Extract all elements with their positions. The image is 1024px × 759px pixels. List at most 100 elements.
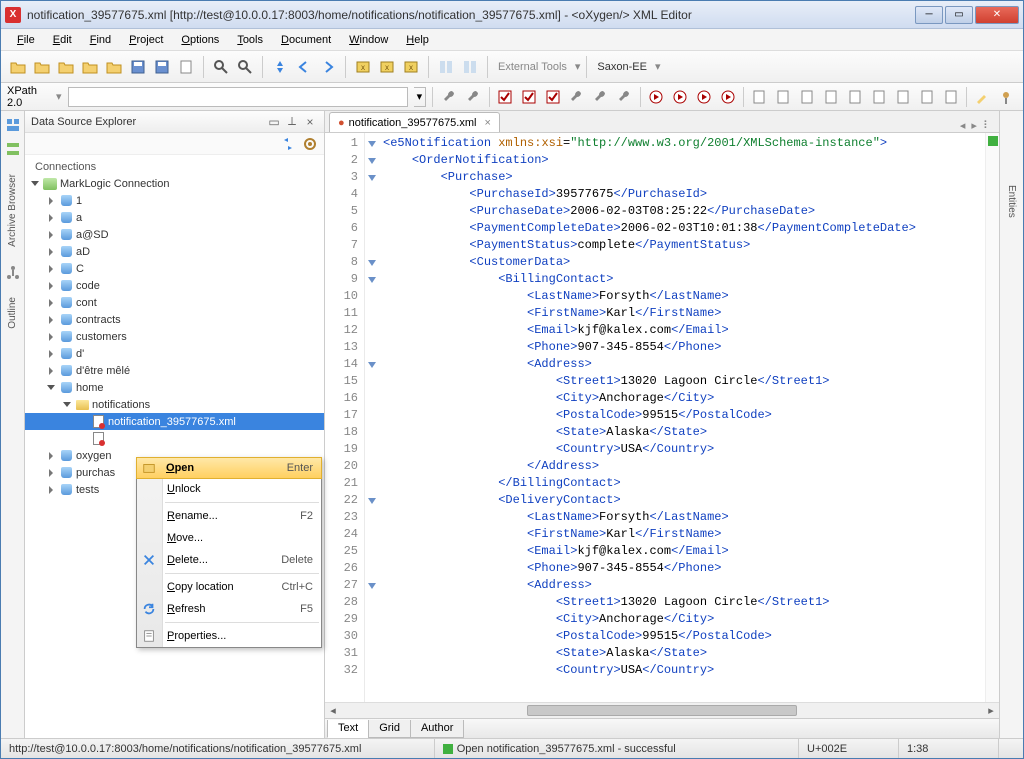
code-editor[interactable]: <e5Notification xmlns:xsi="http://www.w3…: [379, 133, 985, 702]
mode-tab-grid[interactable]: Grid: [368, 720, 411, 738]
validate-schema-icon[interactable]: [542, 86, 564, 108]
db-item[interactable]: customers: [25, 328, 324, 345]
debug-config-icon[interactable]: [717, 86, 739, 108]
highlighter-icon[interactable]: [971, 86, 993, 108]
ctx-rename[interactable]: Rename...F2: [137, 505, 321, 527]
menu-help[interactable]: Help: [398, 32, 437, 48]
db-item[interactable]: code: [25, 277, 324, 294]
db-item[interactable]: aD: [25, 243, 324, 260]
xslt-icon[interactable]: X: [376, 56, 398, 78]
wrench3-icon[interactable]: [614, 86, 636, 108]
gear-icon[interactable]: [439, 86, 461, 108]
open-recent-icon[interactable]: [55, 56, 77, 78]
last-mod-icon[interactable]: [269, 56, 291, 78]
menu-file[interactable]: File: [9, 32, 43, 48]
panel-settings-icon[interactable]: [302, 136, 318, 152]
edit-tool-1-icon[interactable]: [772, 86, 794, 108]
new-doc-icon[interactable]: [175, 56, 197, 78]
forward-icon[interactable]: [317, 56, 339, 78]
db-home[interactable]: home: [25, 379, 324, 396]
minimize-button[interactable]: ─: [915, 6, 943, 24]
run-config-icon[interactable]: [669, 86, 691, 108]
panel-close-icon[interactable]: ×: [302, 114, 318, 130]
connections-tree[interactable]: ConnectionsMarkLogic Connection1aa@SDaDC…: [25, 155, 324, 738]
edit-tool-7-icon[interactable]: [916, 86, 938, 108]
strip-icon-3[interactable]: [5, 264, 21, 280]
xpath-input[interactable]: [68, 87, 408, 107]
xpath-history-dropdown[interactable]: ▾: [414, 87, 427, 107]
edit-tool-6-icon[interactable]: [892, 86, 914, 108]
file-selected[interactable]: notification_39577675.xml: [25, 413, 324, 430]
open-url-icon[interactable]: [79, 56, 101, 78]
edit-tool-0-icon[interactable]: [748, 86, 770, 108]
external-tools-label[interactable]: External Tools: [498, 61, 567, 73]
horizontal-scrollbar[interactable]: ◂▸: [325, 702, 999, 718]
tab-close-icon[interactable]: ×: [484, 117, 490, 129]
db-item[interactable]: C: [25, 260, 324, 277]
edit-tool-2-icon[interactable]: [796, 86, 818, 108]
edit-tool-4-icon[interactable]: [844, 86, 866, 108]
panel-restore-icon[interactable]: ▭: [266, 114, 282, 130]
titlebar[interactable]: X notification_39577675.xml [http://test…: [1, 1, 1023, 29]
xpath-version[interactable]: XPath 2.0: [7, 85, 50, 109]
menu-tools[interactable]: Tools: [229, 32, 271, 48]
mode-tab-author[interactable]: Author: [410, 720, 464, 738]
find-icon[interactable]: [210, 56, 232, 78]
outline-tab[interactable]: Outline: [4, 288, 21, 338]
xslt-config-icon[interactable]: X: [352, 56, 374, 78]
back-icon[interactable]: [293, 56, 315, 78]
split-icon[interactable]: [435, 56, 457, 78]
entities-tab[interactable]: Entities: [1004, 177, 1019, 226]
save-all-icon[interactable]: [151, 56, 173, 78]
project-icon[interactable]: [103, 56, 125, 78]
error-stripe[interactable]: [985, 133, 999, 702]
db-item[interactable]: contracts: [25, 311, 324, 328]
ctx-properties[interactable]: Properties...: [137, 625, 321, 647]
menu-document[interactable]: Document: [273, 32, 339, 48]
datasource-strip-icon[interactable]: [5, 117, 21, 133]
tab-prev-icon[interactable]: ◂: [960, 119, 966, 132]
close-button[interactable]: ✕: [975, 6, 1019, 24]
maximize-button[interactable]: ▭: [945, 6, 973, 24]
tab-next-icon[interactable]: ▸: [971, 119, 977, 132]
ctx-unlock[interactable]: Unlock: [137, 478, 321, 500]
open-icon[interactable]: [31, 56, 53, 78]
processor-select[interactable]: Saxon-EE: [597, 61, 647, 73]
split2-icon[interactable]: [459, 56, 481, 78]
menu-options[interactable]: Options: [173, 32, 227, 48]
wrench2-icon[interactable]: [590, 86, 612, 108]
find-replace-icon[interactable]: [234, 56, 256, 78]
editor-tab[interactable]: ● notification_39577675.xml ×: [329, 112, 500, 132]
ctx-delete[interactable]: Delete...Delete: [137, 549, 321, 571]
pin-icon[interactable]: [995, 86, 1017, 108]
ctx-copylocation[interactable]: Copy locationCtrl+C: [137, 576, 321, 598]
folder-notifications[interactable]: notifications: [25, 396, 324, 413]
file-item-hidden[interactable]: [25, 430, 324, 447]
save-icon[interactable]: [127, 56, 149, 78]
edit-tool-8-icon[interactable]: [940, 86, 962, 108]
connection-item[interactable]: MarkLogic Connection: [25, 175, 324, 192]
tab-list-icon[interactable]: ⠇: [983, 119, 991, 132]
db-item[interactable]: d': [25, 345, 324, 362]
ctx-refresh[interactable]: RefreshF5: [137, 598, 321, 620]
ctx-move[interactable]: Move...: [137, 527, 321, 549]
panel-sync-icon[interactable]: [280, 136, 296, 152]
new-file-icon[interactable]: [7, 56, 29, 78]
menu-find[interactable]: Find: [82, 32, 119, 48]
panel-pin-icon[interactable]: ⟂: [284, 114, 300, 130]
db-item[interactable]: d'être mêlé: [25, 362, 324, 379]
validate-icon[interactable]: [494, 86, 516, 108]
db-item[interactable]: a@SD: [25, 226, 324, 243]
archive-browser-tab[interactable]: Archive Browser: [4, 165, 21, 256]
db-item[interactable]: cont: [25, 294, 324, 311]
run-icon[interactable]: [645, 86, 667, 108]
edit-tool-5-icon[interactable]: [868, 86, 890, 108]
menu-project[interactable]: Project: [121, 32, 171, 48]
menu-edit[interactable]: Edit: [45, 32, 80, 48]
db-item[interactable]: 1: [25, 192, 324, 209]
debug-icon[interactable]: [693, 86, 715, 108]
mode-tab-text[interactable]: Text: [327, 720, 369, 738]
line-number-gutter[interactable]: 1234567891011121314151617181920212223242…: [325, 133, 365, 702]
strip-icon-2[interactable]: [5, 141, 21, 157]
xquery-icon[interactable]: X: [400, 56, 422, 78]
